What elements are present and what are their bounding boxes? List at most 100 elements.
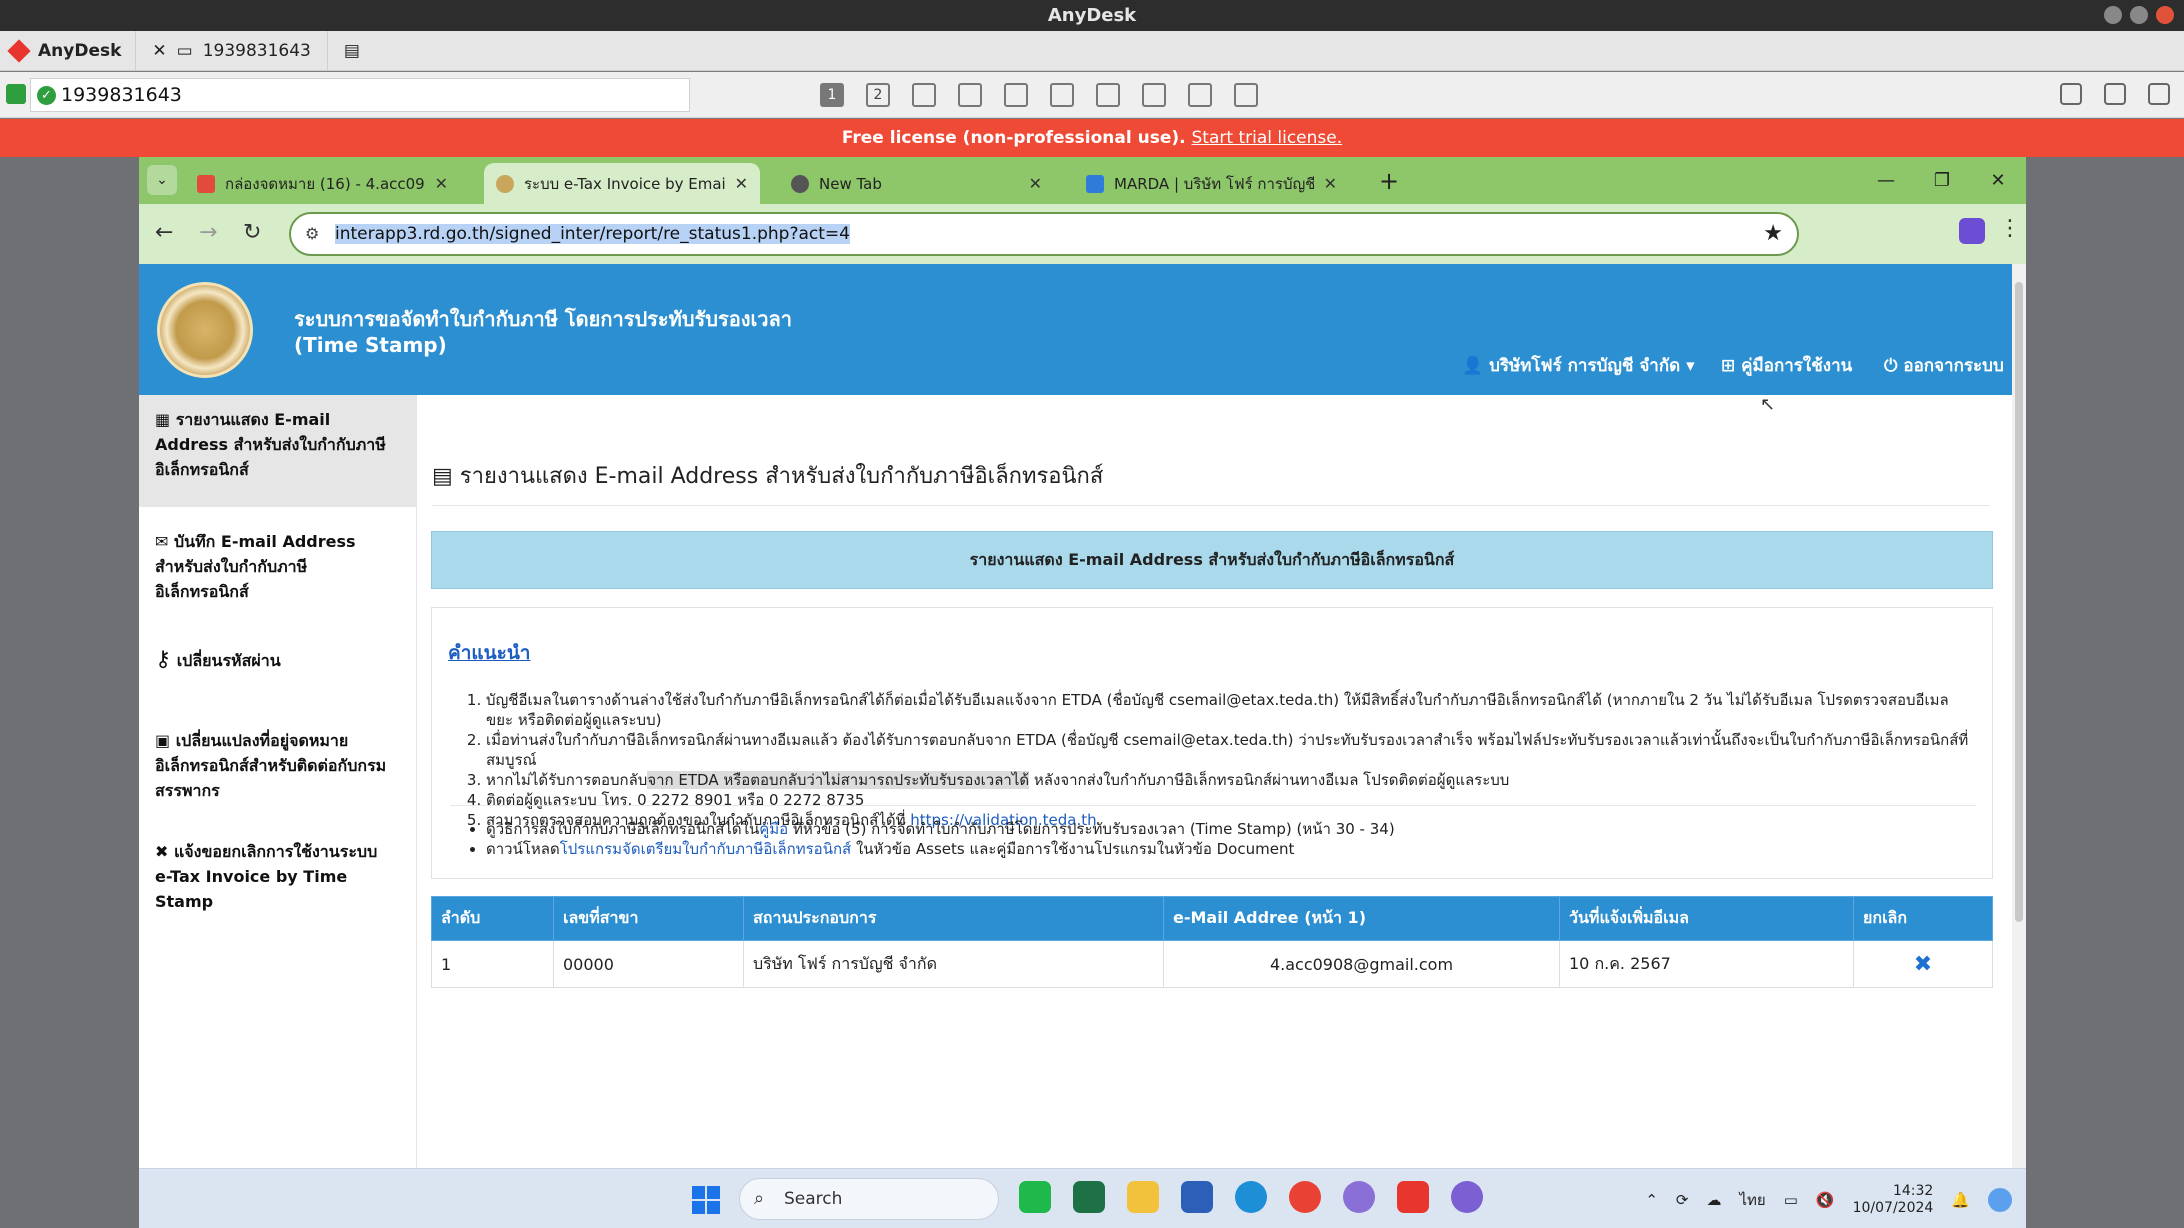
close-icon[interactable] xyxy=(2156,6,2174,24)
chrome-app-icon[interactable] xyxy=(1289,1181,1321,1213)
highlighted-text: จาก ETDA หรือตอบกลับว่าไม่สามารถประทับรั… xyxy=(647,771,1030,789)
logout-link[interactable]: ⏻ ออกจากระบบ xyxy=(1884,352,2004,379)
page-scrollbar[interactable] xyxy=(2012,264,2026,1168)
tab-search-button[interactable]: ⌄ xyxy=(147,165,177,195)
monitor-2-icon[interactable]: 2 xyxy=(866,82,890,107)
reload-icon[interactable]: ↻ xyxy=(243,220,261,245)
cancel-email-button[interactable]: ✖ xyxy=(1853,940,1993,988)
instruction-item: เมื่อท่านส่งใบกำกับภาษีอิเล็กทรอนิกส์ผ่า… xyxy=(486,730,1974,770)
taskbar: ⌕ Search ⌃ ⟳ ☁ ไทย ▭ 🔇 14:32 10/07/2024 … xyxy=(139,1168,2026,1228)
language-indicator[interactable]: ไทย xyxy=(1740,1188,1766,1212)
chat-icon[interactable] xyxy=(958,82,982,107)
anydesk-address-field[interactable]: ✓ 1939831643 xyxy=(30,77,690,112)
instructions-heading[interactable]: คำแนะนำ xyxy=(448,638,530,668)
cloud-icon[interactable]: ☁ xyxy=(1707,1191,1722,1209)
permissions-icon[interactable] xyxy=(1142,82,1166,107)
bookmark-star-icon[interactable]: ★ xyxy=(1763,214,1783,254)
volume-muted-icon[interactable]: 🔇 xyxy=(1816,1191,1835,1209)
sync-icon[interactable]: ⟳ xyxy=(1676,1191,1689,1209)
gmail-icon xyxy=(197,174,215,193)
company-dropdown[interactable]: 👤 บริษัทโฟร์ การบัญชี จำกัด ▾ xyxy=(1462,352,1695,379)
system-tray: ⌃ ⟳ ☁ ไทย ▭ 🔇 14:32 10/07/2024 🔔 xyxy=(1645,1183,2012,1217)
tab-gmail[interactable]: กล่องจดหมาย (16) - 4.acc0908@gmail.com ✕ xyxy=(185,163,460,204)
page-title-text: รายงานแสดง E-mail Address สำหรับส่งใบกำก… xyxy=(459,464,1104,489)
menu-icon[interactable] xyxy=(2148,83,2170,105)
manual-link[interactable]: ⊞ คู่มือการใช้งาน xyxy=(1721,352,1852,379)
sidebar-item-change-address[interactable]: ▣ เปลี่ยนแปลงที่อยู่จดหมายอิเล็กทรอนิกส์… xyxy=(139,716,416,815)
chrome-active-app-icon[interactable] xyxy=(1451,1181,1483,1213)
close-icon[interactable]: ✕ xyxy=(1970,157,2026,204)
envelope-icon: ✉ xyxy=(155,532,169,551)
screenshot-icon[interactable] xyxy=(1234,82,1258,107)
monitor-icon: ▭ xyxy=(176,40,193,61)
program-download-link[interactable]: โปรแกรมจัดเตรียมใบกำกับภาษีอิเล็กทรอนิกส… xyxy=(560,840,851,858)
extension-icon[interactable] xyxy=(1959,218,1985,244)
marda-icon xyxy=(1086,174,1104,193)
forward-icon[interactable]: → xyxy=(199,220,217,245)
instruction-text: หากไม่ได้รับการตอบกลับ xyxy=(486,771,648,789)
sidebar-item-change-password[interactable]: ⚷ เปลี่ยนรหัสผ่าน xyxy=(139,635,416,685)
user-icon: 👤 xyxy=(1462,356,1484,376)
browser-window-controls: — ❐ ✕ xyxy=(1858,157,2026,204)
close-tab-icon[interactable]: ✕ xyxy=(1029,174,1042,193)
anydesk-app-icon[interactable] xyxy=(1397,1181,1429,1213)
anydesk-session-tab[interactable]: ✕ ▭ 1939831643 xyxy=(135,30,326,71)
network-icon[interactable]: ▭ xyxy=(1784,1191,1798,1209)
copilot-icon[interactable] xyxy=(1988,1188,2012,1212)
address-bar[interactable]: ⚙ interapp3.rd.go.th/signed_inter/report… xyxy=(289,212,1799,256)
line-app-icon[interactable] xyxy=(1019,1181,1051,1213)
instructions-list: บัญชีอีเมลในตารางด้านล่างใช้ส่งใบกำกับภา… xyxy=(464,690,1974,830)
maximize-icon[interactable] xyxy=(2130,6,2148,24)
close-tab-icon[interactable]: ✕ xyxy=(152,41,166,61)
windows-start-icon[interactable] xyxy=(692,1186,720,1214)
download-icon[interactable] xyxy=(2104,83,2126,105)
keyboard-icon[interactable] xyxy=(1050,82,1074,107)
anydesk-brand: AnyDesk xyxy=(38,40,122,61)
sidebar-item-save-email[interactable]: ✉ บันทึก E-mail Address สำหรับส่งใบกำกับ… xyxy=(139,517,416,616)
sidebar-item-report[interactable]: ▦ รายงานแสดง E-mail Address สำหรับส่งใบก… xyxy=(139,395,416,507)
tab-etax[interactable]: ระบบ e-Tax Invoice by Email (ส่ง ✕ xyxy=(484,163,760,204)
new-tab-button[interactable]: + xyxy=(1379,167,1399,195)
restore-icon[interactable]: ❐ xyxy=(1914,157,1970,204)
minimize-icon[interactable] xyxy=(2104,6,2122,24)
close-tab-icon[interactable]: ✕ xyxy=(435,174,448,193)
close-tab-icon[interactable]: ✕ xyxy=(1324,174,1337,193)
tab-marda[interactable]: MARDA | บริษัท โฟร์ การบัญชี จำกัด ✕ xyxy=(1074,163,1349,204)
monitor-1-icon[interactable]: 1 xyxy=(820,82,844,107)
chevron-up-icon[interactable]: ⌃ xyxy=(1645,1191,1658,1209)
close-tab-icon[interactable]: ✕ xyxy=(735,174,748,193)
start-trial-link[interactable]: Start trial license. xyxy=(1192,128,1343,148)
manual-inline-link[interactable]: คู่มือ xyxy=(759,820,788,838)
edge-app-icon[interactable] xyxy=(1235,1181,1267,1213)
table-row: 1 00000 บริษัท โฟร์ การบัญชี จำกัด 4.acc… xyxy=(431,940,1993,988)
display-icon[interactable] xyxy=(1096,82,1120,107)
word-app-icon[interactable] xyxy=(1181,1181,1213,1213)
whiteboard-icon[interactable] xyxy=(1188,82,1212,107)
sidebar-item-cancel-service[interactable]: ✖ แจ้งขอยกเลิกการใช้งานระบบ e-Tax Invoic… xyxy=(139,827,416,926)
cross-icon: ✖ xyxy=(155,842,169,861)
session-tab-label: 1939831643 xyxy=(202,40,311,61)
email-report-table: ลำดับ เลขที่สาขา สถานประกอบการ e-Mail Ad… xyxy=(431,896,1993,988)
scrollbar-thumb[interactable] xyxy=(2015,282,2023,922)
taskbar-search[interactable]: ⌕ Search xyxy=(739,1178,999,1220)
tip-text: ดาวน์โหลด xyxy=(486,840,560,858)
new-session-tab[interactable]: ▤ xyxy=(326,30,376,71)
clock[interactable]: 14:32 10/07/2024 xyxy=(1853,1183,1934,1217)
actions-icon[interactable] xyxy=(1004,82,1028,107)
excel-app-icon[interactable] xyxy=(1073,1181,1105,1213)
tab-title: ระบบ e-Tax Invoice by Email (ส่ง xyxy=(524,174,725,193)
anydesk-logo-icon xyxy=(7,38,31,63)
site-info-icon[interactable]: ⚙ xyxy=(305,214,319,254)
minimize-icon[interactable]: — xyxy=(1858,157,1914,204)
tab-title: New Tab xyxy=(819,174,882,193)
chrome-profile-app-icon[interactable] xyxy=(1343,1181,1375,1213)
notification-bell-icon[interactable]: 🔔 xyxy=(1951,1191,1970,1209)
file-explorer-icon[interactable] xyxy=(1127,1181,1159,1213)
kebab-menu-icon[interactable]: ⋮ xyxy=(1999,216,2021,241)
col-header-date: วันที่แจ้งเพิ่มอีเมล xyxy=(1559,896,1854,941)
file-transfer-icon[interactable] xyxy=(912,82,936,107)
tab-new-tab[interactable]: New Tab ✕ xyxy=(779,163,1054,204)
anydesk-logo[interactable]: AnyDesk xyxy=(0,38,135,63)
history-icon[interactable] xyxy=(2060,83,2082,105)
back-icon[interactable]: ← xyxy=(155,220,173,245)
